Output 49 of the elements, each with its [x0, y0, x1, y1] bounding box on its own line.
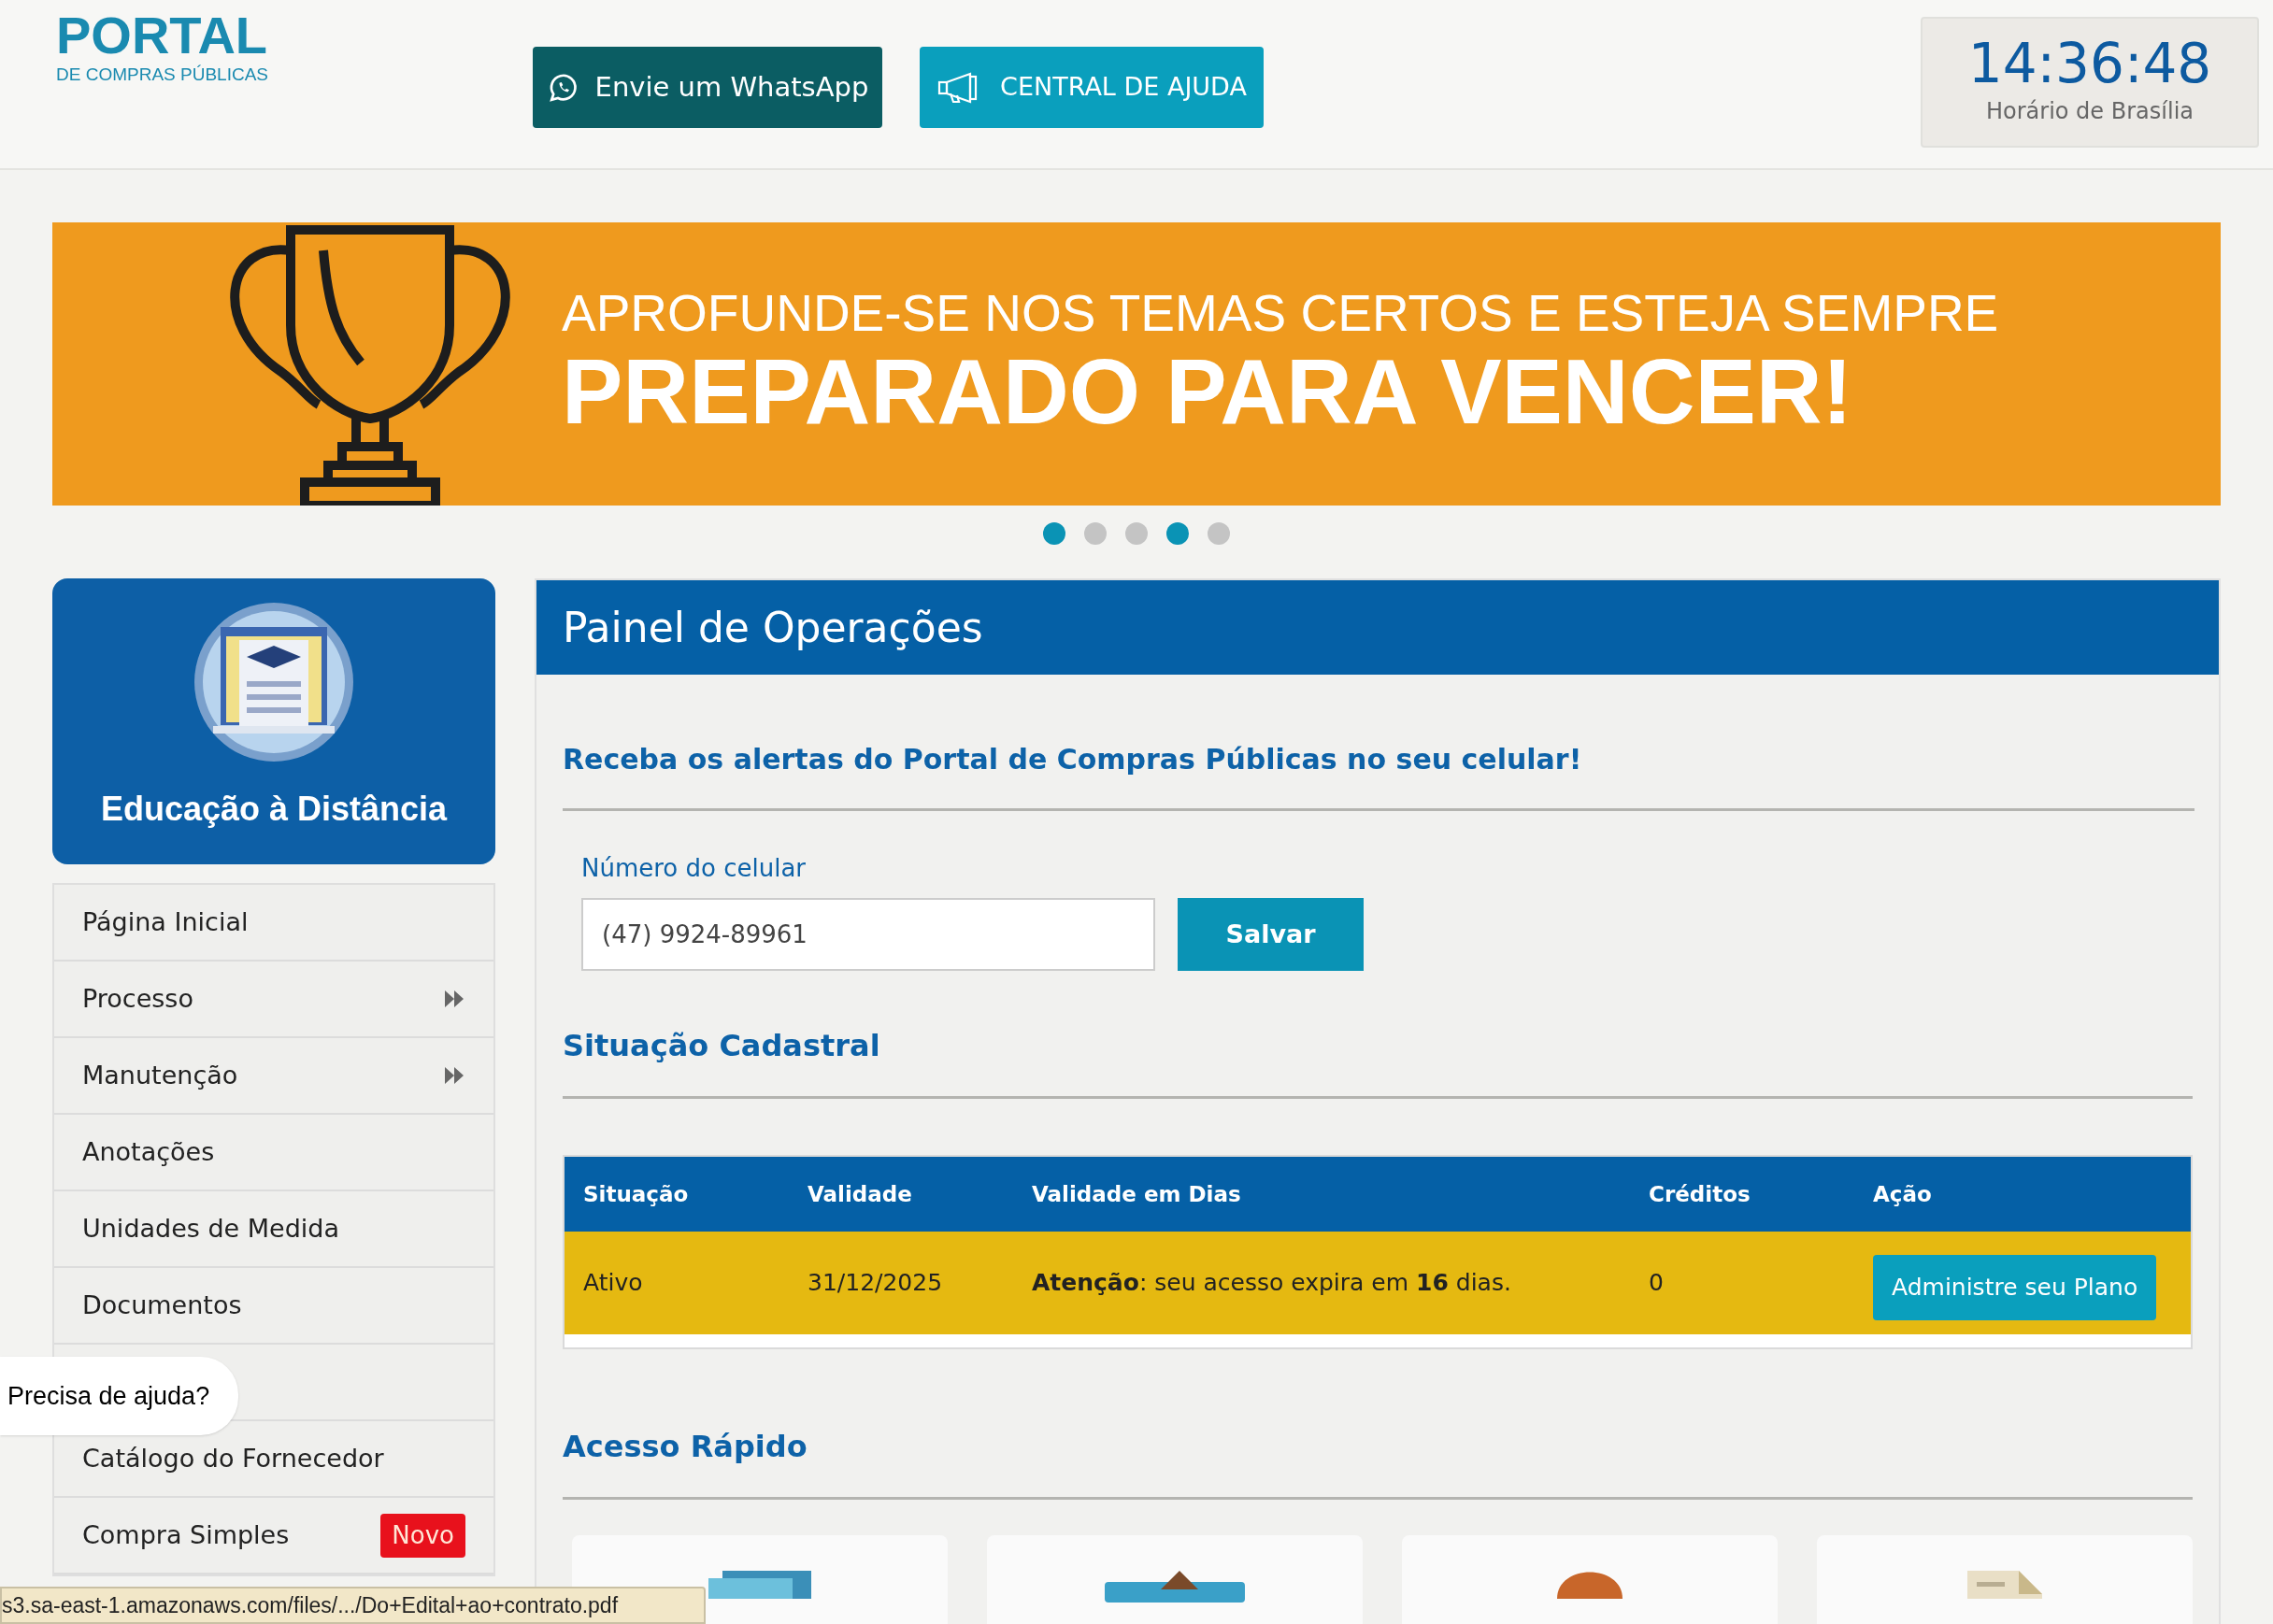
menu-item[interactable]: Documentos: [54, 1268, 493, 1345]
banner-tagline: APROFUNDE-SE NOS TEMAS CERTOS E ESTEJA SEMPRE: [562, 283, 1999, 345]
clock-caption: Horário de Brasília: [1985, 97, 2194, 126]
quick-access-card[interactable]: [987, 1535, 1363, 1624]
column-header: Situação: [583, 1180, 690, 1208]
menu-item[interactable]: Anotações: [54, 1115, 493, 1191]
menu-item-label: Página Inicial: [82, 905, 249, 938]
clock-time: 14:36:48: [1967, 36, 2212, 91]
folder-icon: [708, 1571, 811, 1599]
logo-subtitle: DE COMPRAS PÚBLICAS: [56, 65, 269, 83]
phone-input[interactable]: (47) 9924-89961: [581, 898, 1155, 971]
menu-item[interactable]: Manutenção: [54, 1038, 493, 1115]
education-card[interactable]: Educação à Distância: [52, 578, 495, 864]
education-card-title: Educação à Distância: [100, 789, 448, 830]
quick-access-heading: Acesso Rápido: [563, 1428, 808, 1466]
banner-headline: PREPARADO PARA VENCER!: [562, 345, 1854, 437]
menu-item[interactable]: Página Inicial: [54, 885, 493, 962]
menu-item[interactable]: Compra Simples Novo: [54, 1498, 493, 1574]
quick-access-card[interactable]: [1402, 1535, 1778, 1624]
column-header: Ação: [1873, 1180, 1932, 1208]
menu-item-label: Manutenção: [82, 1059, 238, 1091]
panel-title: Painel de Operações: [563, 602, 983, 653]
column-header: Validade: [808, 1180, 913, 1208]
table-cell-text: Ativo: [583, 1268, 644, 1299]
menu-item-label: Catálogo do Fornecedor: [82, 1442, 384, 1474]
whatsapp-button[interactable]: Envie um WhatsApp: [533, 47, 882, 128]
double-arrow-icon: [445, 990, 465, 1007]
menu-item-label: Processo: [82, 982, 193, 1015]
help-chat-tooltip[interactable]: Precisa de ajuda?: [0, 1357, 238, 1435]
alert-heading: Receba os alertas do Portal de Compras Públicas no seu celular!: [563, 742, 1583, 777]
column-header: Validade em Dias: [1032, 1180, 1242, 1208]
save-button[interactable]: Salvar: [1178, 898, 1364, 971]
logo-title: PORTAL: [56, 9, 269, 62]
menu-item-label: Documentos: [82, 1289, 242, 1321]
menu-item-label: Unidades de Medida: [82, 1212, 340, 1245]
table-cell-text: 31/12/2025: [808, 1268, 944, 1299]
document-icon: [1967, 1571, 2042, 1599]
menu-item-label: Anotações: [82, 1135, 215, 1168]
menu-item[interactable]: Unidades de Medida: [54, 1191, 493, 1268]
table-cell-text: 0: [1649, 1268, 1665, 1299]
menu-item-label: Compra Simples: [82, 1518, 290, 1551]
new-badge: Novo: [380, 1513, 465, 1558]
status-heading: Situação Cadastral: [563, 1027, 881, 1065]
menu-item[interactable]: Processo: [54, 962, 493, 1038]
column-header: Créditos: [1649, 1180, 1751, 1208]
link-url-tooltip: s3.sa-east-1.amazonaws.com/files/.../Do+Edital+ao+contrato.pdf: [0, 1587, 706, 1624]
table-cell-text: Atenção: seu acesso expira em 16 dias.: [1032, 1268, 1512, 1299]
double-arrow-icon: [445, 1067, 465, 1084]
phone-label: Número do celular: [581, 853, 808, 884]
